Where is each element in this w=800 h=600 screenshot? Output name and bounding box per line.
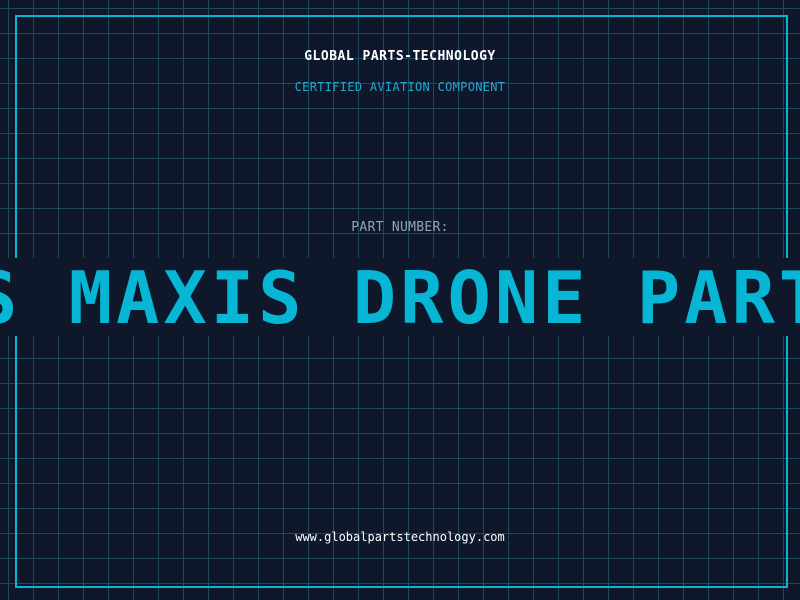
website-url: www.globalpartstechnology.com xyxy=(295,530,505,544)
company-name: GLOBAL PARTS-TECHNOLOGY xyxy=(304,49,496,64)
part-number-value: S MAXIS DRONE PART xyxy=(0,258,800,336)
certification-subtitle: CERTIFIED AVIATION COMPONENT xyxy=(294,80,506,94)
certificate-canvas: GLOBAL PARTS-TECHNOLOGY CERTIFIED AVIATI… xyxy=(0,0,800,600)
part-number-label: PART NUMBER: xyxy=(351,220,449,235)
part-number-band: S MAXIS DRONE PART xyxy=(0,258,800,336)
